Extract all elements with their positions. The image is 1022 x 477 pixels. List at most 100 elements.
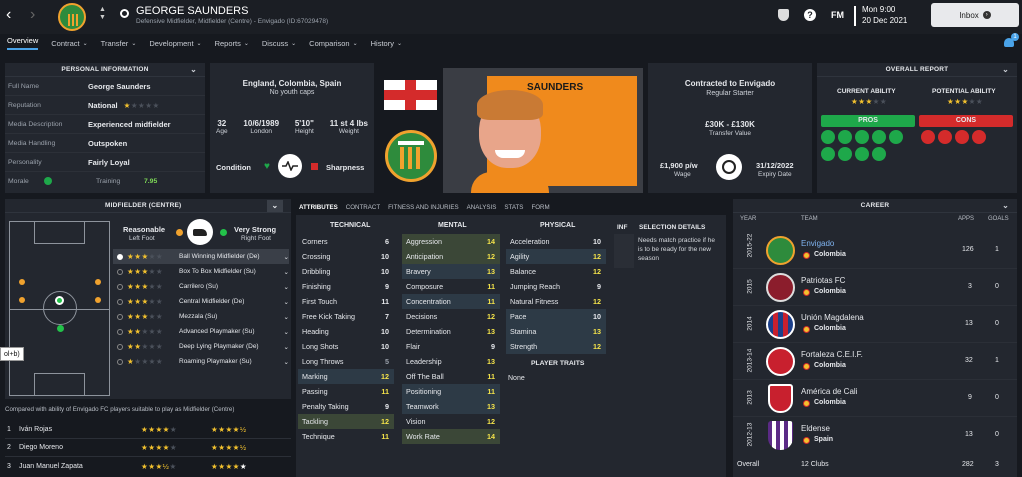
role-row[interactable]: ★★★★★ Roaming Playmaker (Su) ⌄ bbox=[113, 354, 289, 369]
role-row[interactable]: ★★★★★ Central Midfielder (De) ⌄ bbox=[113, 294, 289, 309]
attribute-row[interactable]: Pace 10 bbox=[506, 309, 606, 324]
pro-icon[interactable] bbox=[838, 147, 852, 161]
chevron-down-icon[interactable]: ⌄ bbox=[284, 298, 289, 306]
fm-logo[interactable]: FM bbox=[831, 10, 844, 20]
club-badge[interactable] bbox=[58, 3, 86, 31]
attribute-row[interactable]: Corners 6 bbox=[298, 234, 394, 249]
chevron-down-icon[interactable]: ⌄ bbox=[284, 313, 289, 321]
chevron-down-icon[interactable]: ⌄ bbox=[284, 328, 289, 336]
search-icon[interactable] bbox=[120, 9, 129, 18]
attribute-row[interactable]: Finishing 9 bbox=[298, 279, 394, 294]
career-row[interactable]: 2012-13 Eldense Spain 13 0 bbox=[733, 417, 1017, 454]
con-icon[interactable] bbox=[955, 130, 969, 144]
pro-icon[interactable] bbox=[855, 130, 869, 144]
chevron-down-icon[interactable]: ⌄ bbox=[1002, 65, 1009, 74]
attribute-row[interactable]: Stamina 13 bbox=[506, 324, 606, 339]
tab-development[interactable]: Development ⌄ bbox=[149, 39, 201, 48]
attribute-row[interactable]: Dribbling 10 bbox=[298, 264, 394, 279]
attribute-row[interactable]: Balance 12 bbox=[506, 264, 606, 279]
pro-icon[interactable] bbox=[838, 130, 852, 144]
pro-icon[interactable] bbox=[821, 130, 835, 144]
radio-icon[interactable] bbox=[117, 268, 123, 275]
chevron-down-icon[interactable]: ⌄ bbox=[284, 268, 289, 276]
radio-icon[interactable] bbox=[117, 298, 123, 305]
attribute-row[interactable]: Passing 11 bbox=[298, 384, 394, 399]
attribute-row[interactable]: Penalty Taking 9 bbox=[298, 399, 394, 414]
tab-contract-sub[interactable]: CONTRACT bbox=[346, 204, 380, 211]
attribute-row[interactable]: Strength 12 bbox=[506, 339, 606, 354]
attribute-row[interactable]: Determination 13 bbox=[402, 324, 500, 339]
attribute-row[interactable]: First Touch 11 bbox=[298, 294, 394, 309]
pro-icon[interactable] bbox=[855, 147, 869, 161]
tab-contract[interactable]: Contract ⌄ bbox=[51, 39, 87, 48]
attribute-row[interactable]: Heading 10 bbox=[298, 324, 394, 339]
attribute-row[interactable]: Long Shots 10 bbox=[298, 339, 394, 354]
attribute-row[interactable]: Leadership 13 bbox=[402, 354, 500, 369]
pro-icon[interactable] bbox=[821, 147, 835, 161]
comparison-row[interactable]: 1 Iván Rojas ★★★★★ ★★★★½ bbox=[5, 421, 291, 439]
chevron-down-icon[interactable]: ⌄ bbox=[1002, 201, 1009, 210]
attribute-row[interactable]: Tackling 12 bbox=[298, 414, 394, 429]
pro-icon[interactable] bbox=[889, 130, 903, 144]
tab-form[interactable]: FORM bbox=[531, 204, 549, 211]
attribute-row[interactable]: Positioning 11 bbox=[402, 384, 500, 399]
chevron-down-icon[interactable]: ⌄ bbox=[284, 253, 289, 261]
role-row[interactable]: ★★★★★ Ball Winning Midfielder (De) ⌄ bbox=[113, 249, 289, 264]
chevron-down-icon[interactable]: ⌄ bbox=[284, 283, 289, 291]
con-icon[interactable] bbox=[921, 130, 935, 144]
radio-icon[interactable] bbox=[117, 253, 123, 260]
radio-icon[interactable] bbox=[117, 328, 123, 335]
tab-discuss[interactable]: Discuss ⌄ bbox=[262, 39, 296, 48]
attribute-row[interactable]: Flair 9 bbox=[402, 339, 500, 354]
career-row[interactable]: 2014 Unión Magdalena Colombia 13 0 bbox=[733, 306, 1017, 343]
attribute-row[interactable]: Decisions 12 bbox=[402, 309, 500, 324]
attribute-row[interactable]: Free Kick Taking 7 bbox=[298, 309, 394, 324]
attribute-row[interactable]: Anticipation 12 bbox=[402, 249, 500, 264]
attribute-row[interactable]: Concentration 11 bbox=[402, 294, 500, 309]
attribute-row[interactable]: Bravery 13 bbox=[402, 264, 500, 279]
tab-stats[interactable]: STATS bbox=[504, 204, 523, 211]
role-row[interactable]: ★★★★★ Advanced Playmaker (Su) ⌄ bbox=[113, 324, 289, 339]
tab-analysis[interactable]: ANALYSIS bbox=[467, 204, 497, 211]
con-icon[interactable] bbox=[972, 130, 986, 144]
attribute-row[interactable]: Vision 12 bbox=[402, 414, 500, 429]
attribute-row[interactable]: Off The Ball 11 bbox=[402, 369, 500, 384]
attribute-row[interactable]: Aggression 14 bbox=[402, 234, 500, 249]
forward-icon[interactable]: › bbox=[30, 6, 35, 24]
attribute-row[interactable]: Marking 12 bbox=[298, 369, 394, 384]
radio-icon[interactable] bbox=[117, 313, 123, 320]
inbox-button[interactable]: Inbox › bbox=[931, 3, 1019, 27]
player-switch-icon[interactable]: ▲ ▼ bbox=[99, 6, 106, 22]
role-row[interactable]: ★★★★★ Mezzala (Su) ⌄ bbox=[113, 309, 289, 324]
back-icon[interactable]: ‹ bbox=[6, 6, 11, 24]
attribute-row[interactable]: Acceleration 10 bbox=[506, 234, 606, 249]
shield-icon[interactable] bbox=[778, 9, 789, 21]
attribute-row[interactable]: Crossing 10 bbox=[298, 249, 394, 264]
tab-fitness[interactable]: FITNESS AND INJURIES bbox=[388, 204, 458, 211]
chevron-down-icon[interactable]: ⌄ bbox=[190, 65, 197, 74]
attribute-row[interactable]: Work Rate 14 bbox=[402, 429, 500, 444]
radio-icon[interactable] bbox=[117, 283, 123, 290]
attribute-row[interactable]: Natural Fitness 12 bbox=[506, 294, 606, 309]
radio-icon[interactable] bbox=[117, 343, 123, 350]
comparison-row[interactable]: 2 Diego Moreno ★★★★★ ★★★★½ bbox=[5, 439, 291, 457]
tab-overview[interactable]: Overview bbox=[7, 36, 39, 50]
con-icon[interactable] bbox=[938, 130, 952, 144]
career-row[interactable]: 2013 América de Cali Colombia 9 0 bbox=[733, 380, 1017, 417]
attribute-row[interactable]: Technique 11 bbox=[298, 429, 394, 444]
attribute-row[interactable]: Long Throws 5 bbox=[298, 354, 394, 369]
help-icon[interactable]: ? bbox=[804, 9, 816, 21]
role-row[interactable]: ★★★★★ Box To Box Midfielder (Su) ⌄ bbox=[113, 264, 289, 279]
attribute-row[interactable]: Agility 12 bbox=[506, 249, 606, 264]
tab-comparison[interactable]: Comparison ⌄ bbox=[309, 39, 357, 48]
role-row[interactable]: ★★★★★ Deep Lying Playmaker (De) ⌄ bbox=[113, 339, 289, 354]
tab-attributes[interactable]: ATTRIBUTES bbox=[299, 204, 338, 211]
pro-icon[interactable] bbox=[872, 130, 886, 144]
chevron-down-icon[interactable]: ⌄ bbox=[267, 200, 283, 212]
comparison-row[interactable]: 3 Juan Manuel Zapata ★★★½★ ★★★★★ bbox=[5, 457, 291, 475]
career-row[interactable]: 2015-22 Envigado Colombia 126 1 bbox=[733, 232, 1017, 269]
pitch[interactable] bbox=[9, 221, 110, 396]
attribute-row[interactable]: Composure 11 bbox=[402, 279, 500, 294]
role-row[interactable]: ★★★★★ Carrilero (Su) ⌄ bbox=[113, 279, 289, 294]
chevron-down-icon[interactable]: ⌄ bbox=[284, 358, 289, 366]
